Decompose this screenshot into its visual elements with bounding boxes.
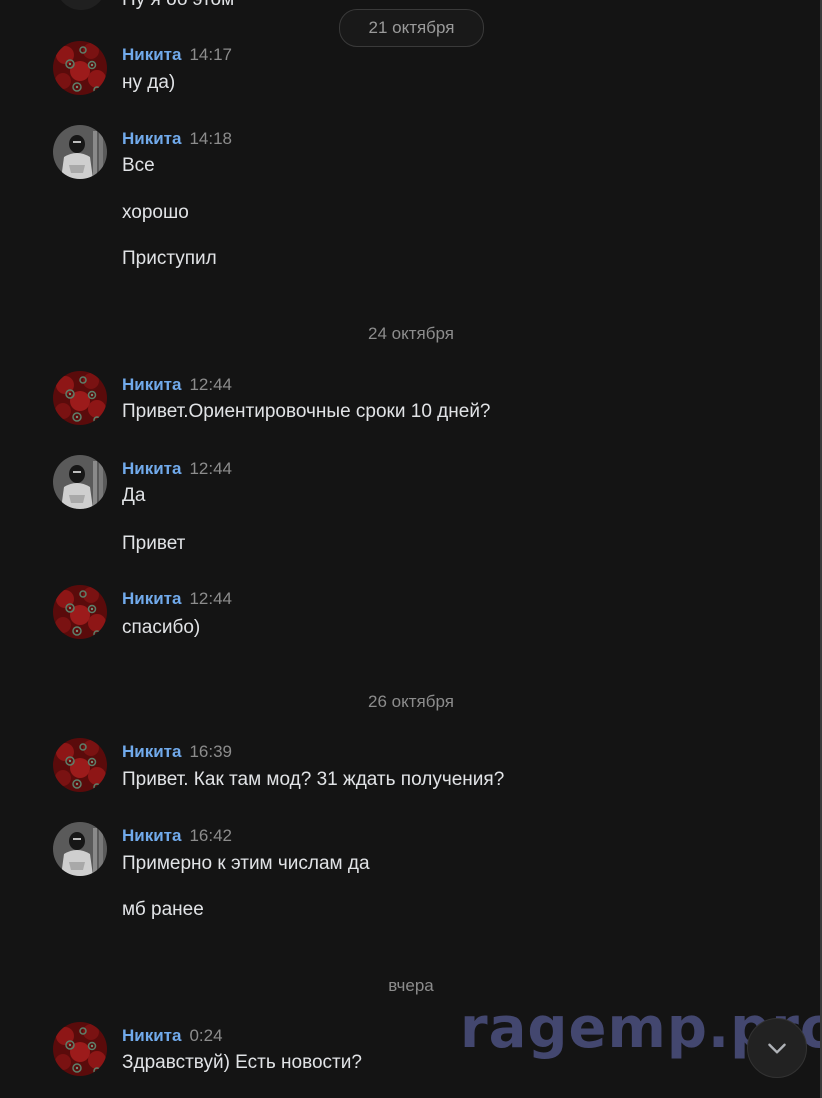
avatar[interactable] [53, 371, 107, 425]
avatar[interactable] [53, 41, 107, 95]
avatar[interactable] [53, 738, 107, 792]
scroll-down-button[interactable] [747, 1018, 807, 1078]
author-name[interactable]: Никита [122, 742, 181, 761]
avatar[interactable] [53, 585, 107, 639]
message-text: спасибо) [122, 617, 201, 638]
message-time[interactable]: 14:18 [189, 129, 232, 148]
chat-history: Ну я об этом 21 октября 24 октября 26 ок… [0, 0, 822, 1098]
date-separator: 24 октября [368, 324, 454, 343]
message-time[interactable]: 12:44 [189, 589, 232, 608]
avatar[interactable] [53, 125, 107, 179]
message-text: Все [122, 155, 155, 176]
author-name[interactable]: Никита [122, 459, 181, 478]
message-text: Привет. Как там мод? 31 ждать получения? [122, 769, 505, 790]
author-name[interactable]: Никита [122, 129, 181, 148]
message-header: Никита 16:39 [122, 741, 232, 763]
message-header: Никита 14:17 [122, 44, 232, 66]
author-name[interactable]: Никита [122, 1026, 181, 1045]
avatar[interactable] [56, 0, 106, 10]
message-text: Привет [122, 533, 186, 554]
chevron-down-icon [768, 1043, 786, 1054]
message-header: Никита 14:18 [122, 128, 232, 150]
date-pill: 21 октября [339, 9, 484, 47]
author-name[interactable]: Никита [122, 45, 181, 64]
message-time[interactable]: 12:44 [189, 459, 232, 478]
author-name[interactable]: Никита [122, 375, 181, 394]
author-name[interactable]: Никита [122, 589, 181, 608]
message-time[interactable]: 0:24 [189, 1026, 222, 1045]
date-separator: 26 октября [368, 692, 454, 711]
message-time[interactable]: 12:44 [189, 375, 232, 394]
avatar[interactable] [53, 455, 107, 509]
message-header: Никита 12:44 [122, 588, 232, 610]
message-text: Здравствуй) Есть новости? [122, 1052, 362, 1073]
message-header: Никита 16:42 [122, 825, 232, 847]
avatar[interactable] [53, 1022, 107, 1076]
message-text: Привет.Ориентировочные сроки 10 дней? [122, 401, 491, 422]
message-text: мб ранее [122, 899, 204, 920]
message-time[interactable]: 16:39 [189, 742, 232, 761]
author-name[interactable]: Никита [122, 826, 181, 845]
message-header: Никита 0:24 [122, 1025, 223, 1047]
message-text: хорошо [122, 202, 189, 223]
message-header: Никита 12:44 [122, 458, 232, 480]
message-text: Ну я об этом [122, 0, 234, 11]
message-text: Примерно к этим числам да [122, 853, 370, 874]
message-time[interactable]: 16:42 [189, 826, 232, 845]
date-separator: вчера [388, 976, 434, 995]
message-time[interactable]: 14:17 [189, 45, 232, 64]
message-text: ну да) [122, 72, 176, 93]
avatar[interactable] [53, 822, 107, 876]
message-header: Никита 12:44 [122, 374, 232, 396]
message-text: Приступил [122, 248, 217, 269]
message-text: Да [122, 485, 146, 506]
